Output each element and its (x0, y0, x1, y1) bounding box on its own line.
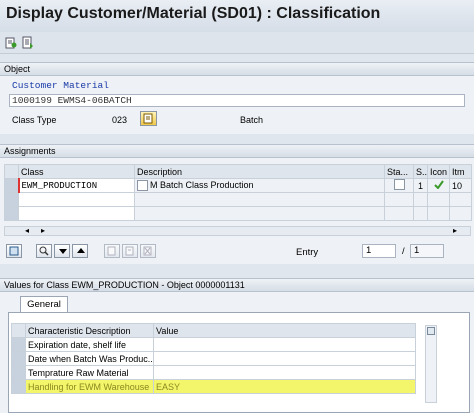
characteristics-table: Characteristic Description Value Expirat… (11, 323, 416, 394)
page-title: Display Customer/Material (SD01) : Class… (6, 5, 381, 22)
class-type-label: Class Type (12, 115, 57, 125)
object-panel: Customer Material 1000199 EWMS4-06BATCH … (0, 76, 474, 134)
table-row[interactable]: Expiration date, shelf life (11, 337, 416, 352)
entry-input[interactable]: 1 (362, 244, 396, 258)
characteristic-cell: Temprature Raw Material (25, 365, 154, 380)
class-type-search-icon[interactable] (140, 111, 157, 126)
value-cell[interactable] (153, 365, 416, 380)
table-row[interactable]: Date when Batch Was Produc... (11, 351, 416, 366)
scroll-down-button[interactable] (54, 244, 70, 258)
column-settings-icon[interactable] (427, 327, 435, 335)
column-header-status[interactable]: Sta... (384, 164, 414, 179)
values-panel: General Characteristic Description Value… (0, 292, 474, 413)
column-header-value[interactable]: Value (153, 323, 416, 338)
characteristic-cell: Expiration date, shelf life (25, 337, 154, 352)
assignments-hscrollbar[interactable]: ◂ ▸ ▸ (4, 226, 471, 236)
column-header-class[interactable]: Class (18, 164, 135, 179)
row-selector-header (11, 323, 26, 338)
value-cell[interactable] (153, 337, 416, 352)
values-group-header: Values for Class EWM_PRODUCTION - Object… (0, 278, 474, 292)
other-object-icon[interactable] (5, 36, 17, 49)
status-checkbox[interactable] (393, 179, 405, 190)
scroll-left-icon[interactable]: ◂ (25, 226, 29, 235)
column-header-s[interactable]: S... (413, 164, 428, 179)
general-tab-content: Characteristic Description Value Expirat… (8, 312, 470, 413)
tab-general[interactable]: General (20, 296, 68, 312)
details-button[interactable] (6, 244, 22, 258)
triangle-up-icon (77, 248, 85, 253)
characteristic-cell: Date when Batch Was Produc... (25, 351, 154, 366)
row-selector[interactable] (11, 337, 26, 352)
entry-total: 1 (410, 244, 444, 258)
object-caption: Customer Material (12, 80, 109, 91)
status-cell (384, 178, 414, 193)
table-row[interactable]: EWM_PRODUCTION M Batch Class Production … (4, 178, 472, 193)
row-selector[interactable] (11, 365, 26, 380)
assignments-group-header: Assignments (0, 144, 474, 158)
table-row (4, 206, 472, 221)
row-selector[interactable] (11, 379, 26, 394)
value-cell[interactable] (153, 351, 416, 366)
scroll-right-icon[interactable]: ▸ (41, 226, 45, 235)
values-vscrollbar[interactable] (425, 325, 437, 403)
object-value-field: 1000199 EWMS4-06BATCH (9, 94, 465, 107)
class-type-value: 023 (112, 115, 128, 125)
table-row[interactable]: Temprature Raw Material (11, 365, 416, 380)
delete-button[interactable] (140, 244, 156, 258)
display-document-icon[interactable] (22, 36, 34, 49)
scroll-right-end-icon[interactable]: ▸ (453, 226, 457, 235)
class-cell[interactable]: EWM_PRODUCTION (17, 178, 135, 193)
scroll-up-button[interactable] (72, 244, 88, 258)
characteristic-cell: Handling for EWM Warehouse (25, 379, 154, 394)
class-type-text: Batch (240, 115, 264, 125)
item-cell: 10 (449, 178, 472, 193)
check-icon (433, 180, 444, 190)
entry-label: Entry (296, 247, 319, 258)
title-bar: Display Customer/Material (SD01) : Class… (0, 0, 474, 32)
column-header-icon[interactable]: Icon (427, 164, 450, 179)
table-row[interactable]: Handling for EWM Warehouse EASY (11, 379, 416, 394)
find-button[interactable] (36, 244, 52, 258)
column-header-item[interactable]: Itm (449, 164, 472, 179)
copy-button[interactable] (104, 244, 120, 258)
assignments-panel: Class Description Sta... S... Icon Itm E… (0, 158, 474, 264)
column-header-description[interactable]: Description (134, 164, 385, 179)
icon-cell (427, 178, 450, 193)
application-toolbar (0, 32, 474, 54)
row-selector[interactable] (11, 351, 26, 366)
table-row (4, 192, 472, 207)
row-selector-header (4, 164, 19, 179)
description-f4-icon[interactable] (137, 180, 148, 192)
object-group-header: Object (0, 62, 474, 76)
paste-button[interactable] (122, 244, 138, 258)
entry-separator: / (402, 246, 405, 257)
description-cell: M Batch Class Production (134, 178, 385, 193)
column-header-characteristic[interactable]: Characteristic Description (25, 323, 154, 338)
value-cell[interactable]: EASY (153, 379, 416, 394)
assignments-table: Class Description Sta... S... Icon Itm E… (4, 164, 472, 221)
row-selector[interactable] (4, 178, 19, 193)
s-cell: 1 (413, 178, 428, 193)
triangle-down-icon (59, 249, 67, 254)
